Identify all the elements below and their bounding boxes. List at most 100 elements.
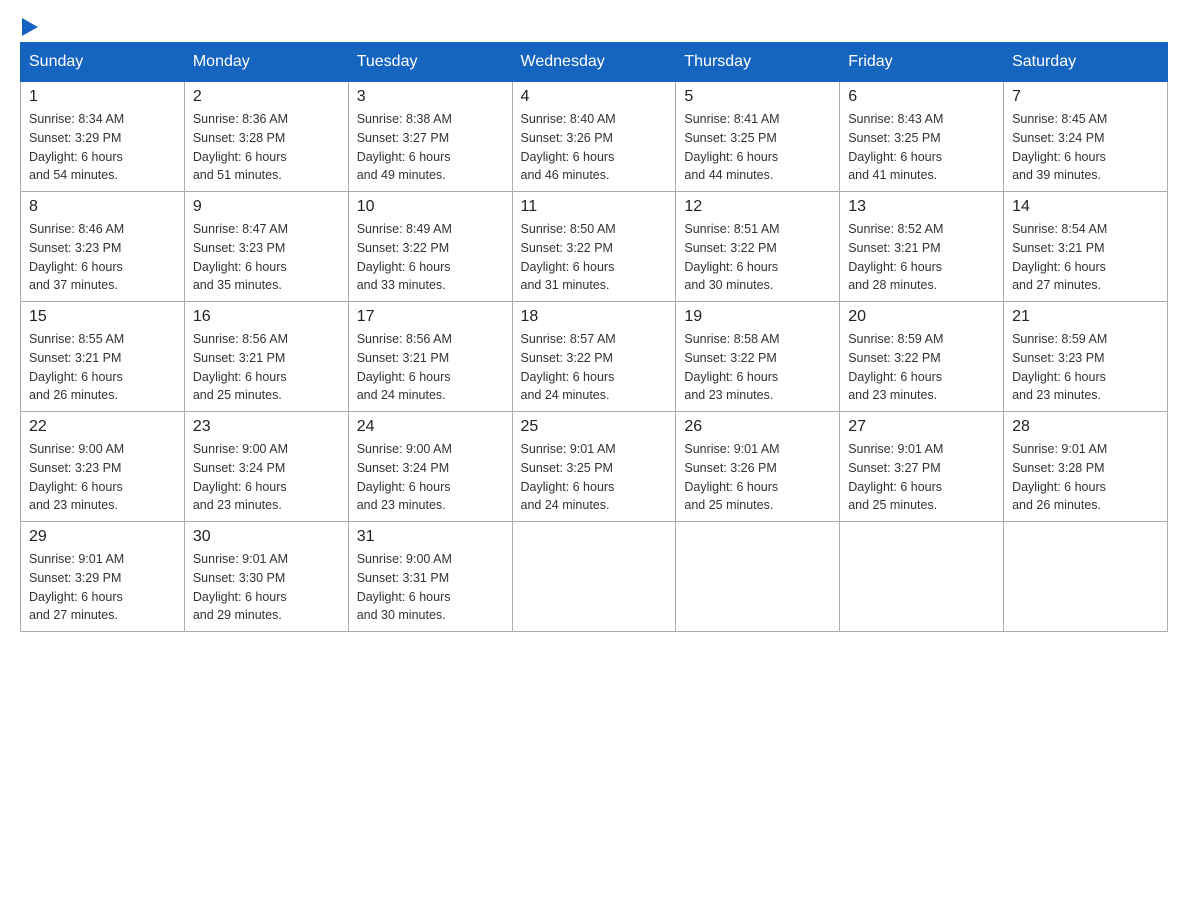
column-header-saturday: Saturday bbox=[1004, 43, 1168, 82]
day-number: 28 bbox=[1012, 418, 1159, 436]
day-info: Sunrise: 8:34 AMSunset: 3:29 PMDaylight:… bbox=[29, 110, 176, 185]
day-info: Sunrise: 8:49 AMSunset: 3:22 PMDaylight:… bbox=[357, 220, 504, 295]
day-number: 14 bbox=[1012, 198, 1159, 216]
column-header-tuesday: Tuesday bbox=[348, 43, 512, 82]
calendar-cell bbox=[1004, 522, 1168, 632]
day-number: 11 bbox=[521, 198, 668, 216]
day-number: 15 bbox=[29, 308, 176, 326]
calendar-week-row: 15 Sunrise: 8:55 AMSunset: 3:21 PMDayligh… bbox=[21, 302, 1168, 412]
day-number: 23 bbox=[193, 418, 340, 436]
column-header-friday: Friday bbox=[840, 43, 1004, 82]
day-number: 5 bbox=[684, 88, 831, 106]
calendar-cell: 1 Sunrise: 8:34 AMSunset: 3:29 PMDaylight… bbox=[21, 82, 185, 192]
column-header-monday: Monday bbox=[184, 43, 348, 82]
calendar-cell: 28 Sunrise: 9:01 AMSunset: 3:28 PMDayligh… bbox=[1004, 412, 1168, 522]
calendar-cell: 23Sunrise: 9:00 AMSunset: 3:24 PMDayligh… bbox=[184, 412, 348, 522]
day-info: Sunrise: 9:01 AMSunset: 3:28 PMDaylight:… bbox=[1012, 440, 1159, 515]
calendar-cell: 8 Sunrise: 8:46 AMSunset: 3:23 PMDaylight… bbox=[21, 192, 185, 302]
logo bbox=[20, 20, 38, 32]
column-header-sunday: Sunday bbox=[21, 43, 185, 82]
calendar-week-row: 22 Sunrise: 9:00 AMSunset: 3:23 PMDayligh… bbox=[21, 412, 1168, 522]
calendar-week-row: 1 Sunrise: 8:34 AMSunset: 3:29 PMDaylight… bbox=[21, 82, 1168, 192]
day-info: Sunrise: 8:40 AMSunset: 3:26 PMDaylight:… bbox=[521, 110, 668, 185]
day-info: Sunrise: 8:51 AMSunset: 3:22 PMDaylight:… bbox=[684, 220, 831, 295]
day-info: Sunrise: 8:59 AMSunset: 3:23 PMDaylight:… bbox=[1012, 330, 1159, 405]
day-number: 31 bbox=[357, 528, 504, 546]
day-info: Sunrise: 8:36 AMSunset: 3:28 PMDaylight:… bbox=[193, 110, 340, 185]
column-header-wednesday: Wednesday bbox=[512, 43, 676, 82]
calendar-cell: 4 Sunrise: 8:40 AMSunset: 3:26 PMDaylight… bbox=[512, 82, 676, 192]
day-info: Sunrise: 8:55 AMSunset: 3:21 PMDaylight:… bbox=[29, 330, 176, 405]
day-info: Sunrise: 8:47 AMSunset: 3:23 PMDaylight:… bbox=[193, 220, 340, 295]
day-number: 25 bbox=[521, 418, 668, 436]
calendar-cell: 10 Sunrise: 8:49 AMSunset: 3:22 PMDayligh… bbox=[348, 192, 512, 302]
day-number: 29 bbox=[29, 528, 176, 546]
calendar-cell: 15 Sunrise: 8:55 AMSunset: 3:21 PMDayligh… bbox=[21, 302, 185, 412]
day-number: 4 bbox=[521, 88, 668, 106]
day-info: Sunrise: 8:46 AMSunset: 3:23 PMDaylight:… bbox=[29, 220, 176, 295]
day-info: Sunrise: 9:01 AMSunset: 3:27 PMDaylight:… bbox=[848, 440, 995, 515]
day-info: Sunrise: 8:45 AMSunset: 3:24 PMDaylight:… bbox=[1012, 110, 1159, 185]
day-number: 20 bbox=[848, 308, 995, 326]
calendar-cell: 27 Sunrise: 9:01 AMSunset: 3:27 PMDayligh… bbox=[840, 412, 1004, 522]
day-number: 7 bbox=[1012, 88, 1159, 106]
day-number: 24 bbox=[357, 418, 504, 436]
calendar-cell: 22 Sunrise: 9:00 AMSunset: 3:23 PMDayligh… bbox=[21, 412, 185, 522]
calendar-cell: 19Sunrise: 8:58 AMSunset: 3:22 PMDayligh… bbox=[676, 302, 840, 412]
day-info: Sunrise: 8:54 AMSunset: 3:21 PMDaylight:… bbox=[1012, 220, 1159, 295]
calendar-cell: 26Sunrise: 9:01 AMSunset: 3:26 PMDayligh… bbox=[676, 412, 840, 522]
calendar-cell bbox=[676, 522, 840, 632]
calendar-cell: 24 Sunrise: 9:00 AMSunset: 3:24 PMDayligh… bbox=[348, 412, 512, 522]
day-number: 2 bbox=[193, 88, 340, 106]
calendar-cell: 13Sunrise: 8:52 AMSunset: 3:21 PMDayligh… bbox=[840, 192, 1004, 302]
calendar-header-row: SundayMondayTuesdayWednesdayThursdayFrid… bbox=[21, 43, 1168, 82]
day-info: Sunrise: 8:50 AMSunset: 3:22 PMDaylight:… bbox=[521, 220, 668, 295]
day-number: 27 bbox=[848, 418, 995, 436]
calendar-cell: 21 Sunrise: 8:59 AMSunset: 3:23 PMDayligh… bbox=[1004, 302, 1168, 412]
day-number: 9 bbox=[193, 198, 340, 216]
day-number: 19 bbox=[684, 308, 831, 326]
day-info: Sunrise: 8:56 AMSunset: 3:21 PMDaylight:… bbox=[193, 330, 340, 405]
calendar-cell: 9 Sunrise: 8:47 AMSunset: 3:23 PMDaylight… bbox=[184, 192, 348, 302]
day-info: Sunrise: 9:01 AMSunset: 3:29 PMDaylight:… bbox=[29, 550, 176, 625]
logo-arrow-icon bbox=[22, 18, 38, 36]
calendar-cell: 14 Sunrise: 8:54 AMSunset: 3:21 PMDayligh… bbox=[1004, 192, 1168, 302]
day-number: 18 bbox=[521, 308, 668, 326]
day-number: 6 bbox=[848, 88, 995, 106]
calendar-cell: 6 Sunrise: 8:43 AMSunset: 3:25 PMDaylight… bbox=[840, 82, 1004, 192]
calendar-cell: 25Sunrise: 9:01 AMSunset: 3:25 PMDayligh… bbox=[512, 412, 676, 522]
calendar-cell bbox=[512, 522, 676, 632]
day-number: 8 bbox=[29, 198, 176, 216]
calendar-cell bbox=[840, 522, 1004, 632]
calendar-cell: 16 Sunrise: 8:56 AMSunset: 3:21 PMDayligh… bbox=[184, 302, 348, 412]
day-info: Sunrise: 9:00 AMSunset: 3:23 PMDaylight:… bbox=[29, 440, 176, 515]
day-info: Sunrise: 9:00 AMSunset: 3:24 PMDaylight:… bbox=[357, 440, 504, 515]
day-info: Sunrise: 8:59 AMSunset: 3:22 PMDaylight:… bbox=[848, 330, 995, 405]
calendar-cell: 31 Sunrise: 9:00 AMSunset: 3:31 PMDayligh… bbox=[348, 522, 512, 632]
day-info: Sunrise: 8:57 AMSunset: 3:22 PMDaylight:… bbox=[521, 330, 668, 405]
day-info: Sunrise: 8:43 AMSunset: 3:25 PMDaylight:… bbox=[848, 110, 995, 185]
calendar-cell: 30Sunrise: 9:01 AMSunset: 3:30 PMDayligh… bbox=[184, 522, 348, 632]
day-number: 17 bbox=[357, 308, 504, 326]
page-header bbox=[20, 20, 1168, 32]
day-number: 10 bbox=[357, 198, 504, 216]
calendar-cell: 18 Sunrise: 8:57 AMSunset: 3:22 PMDayligh… bbox=[512, 302, 676, 412]
day-number: 21 bbox=[1012, 308, 1159, 326]
calendar-cell: 17 Sunrise: 8:56 AMSunset: 3:21 PMDayligh… bbox=[348, 302, 512, 412]
day-number: 16 bbox=[193, 308, 340, 326]
calendar-cell: 11 Sunrise: 8:50 AMSunset: 3:22 PMDayligh… bbox=[512, 192, 676, 302]
calendar-cell: 3Sunrise: 8:38 AMSunset: 3:27 PMDaylight… bbox=[348, 82, 512, 192]
day-number: 30 bbox=[193, 528, 340, 546]
day-number: 3 bbox=[357, 88, 504, 106]
day-number: 1 bbox=[29, 88, 176, 106]
calendar-cell: 12Sunrise: 8:51 AMSunset: 3:22 PMDayligh… bbox=[676, 192, 840, 302]
calendar-table: SundayMondayTuesdayWednesdayThursdayFrid… bbox=[20, 42, 1168, 632]
calendar-week-row: 29 Sunrise: 9:01 AMSunset: 3:29 PMDayligh… bbox=[21, 522, 1168, 632]
day-number: 22 bbox=[29, 418, 176, 436]
day-info: Sunrise: 9:00 AMSunset: 3:31 PMDaylight:… bbox=[357, 550, 504, 625]
day-info: Sunrise: 8:56 AMSunset: 3:21 PMDaylight:… bbox=[357, 330, 504, 405]
column-header-thursday: Thursday bbox=[676, 43, 840, 82]
calendar-cell: 7 Sunrise: 8:45 AMSunset: 3:24 PMDaylight… bbox=[1004, 82, 1168, 192]
day-info: Sunrise: 9:01 AMSunset: 3:26 PMDaylight:… bbox=[684, 440, 831, 515]
calendar-cell: 2 Sunrise: 8:36 AMSunset: 3:28 PMDaylight… bbox=[184, 82, 348, 192]
